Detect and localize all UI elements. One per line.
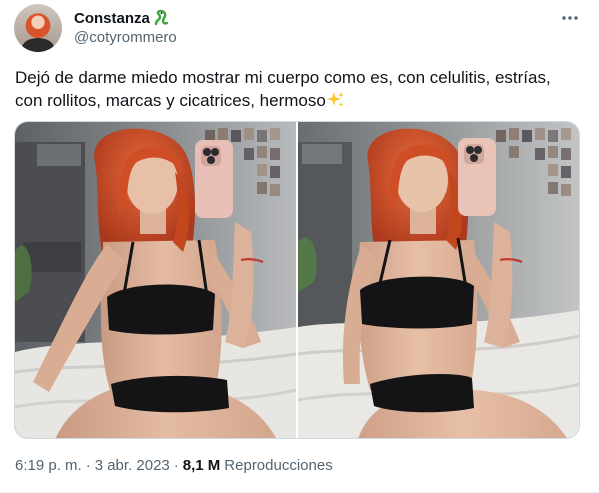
- meta-separator: ·: [85, 457, 91, 474]
- tweet-meta-row: 6:19 p. m. · 3 abr. 2023 · 8,1 M Reprodu…: [15, 457, 333, 475]
- more-horizontal-icon: [562, 16, 578, 20]
- author-handle[interactable]: @cotyrommero: [74, 29, 177, 47]
- media-photo-2[interactable]: [298, 122, 579, 438]
- tweet-media-grid: [14, 121, 580, 439]
- mirror-selfie-photo-2: [298, 122, 579, 438]
- meta-separator: ·: [173, 457, 179, 474]
- views-label: Reproducciones: [224, 457, 333, 474]
- author-name-row: Constanza: [74, 9, 171, 28]
- tweet-card[interactable]: Constanza @cotyrommero Dejó de darme mie…: [0, 0, 599, 493]
- sparkles-emoji-icon: [326, 91, 345, 109]
- author-display-name[interactable]: Constanza: [74, 10, 150, 28]
- tweet-date[interactable]: 3 abr. 2023: [95, 457, 170, 475]
- avatar[interactable]: [14, 4, 62, 52]
- tweet-text: Dejó de darme miedo mostrar mi cuerpo co…: [15, 66, 580, 112]
- avatar-shoulders: [22, 38, 54, 52]
- media-photo-1[interactable]: [15, 122, 296, 438]
- mirror-selfie-photo-1: [15, 122, 296, 438]
- more-options-button[interactable]: [559, 7, 581, 29]
- snake-emoji-icon: [152, 9, 171, 28]
- tweet-time[interactable]: 6:19 p. m.: [15, 457, 82, 475]
- views-count[interactable]: 8,1 M: [183, 457, 221, 475]
- tweet-text-body: Dejó de darme miedo mostrar mi cuerpo co…: [15, 68, 551, 110]
